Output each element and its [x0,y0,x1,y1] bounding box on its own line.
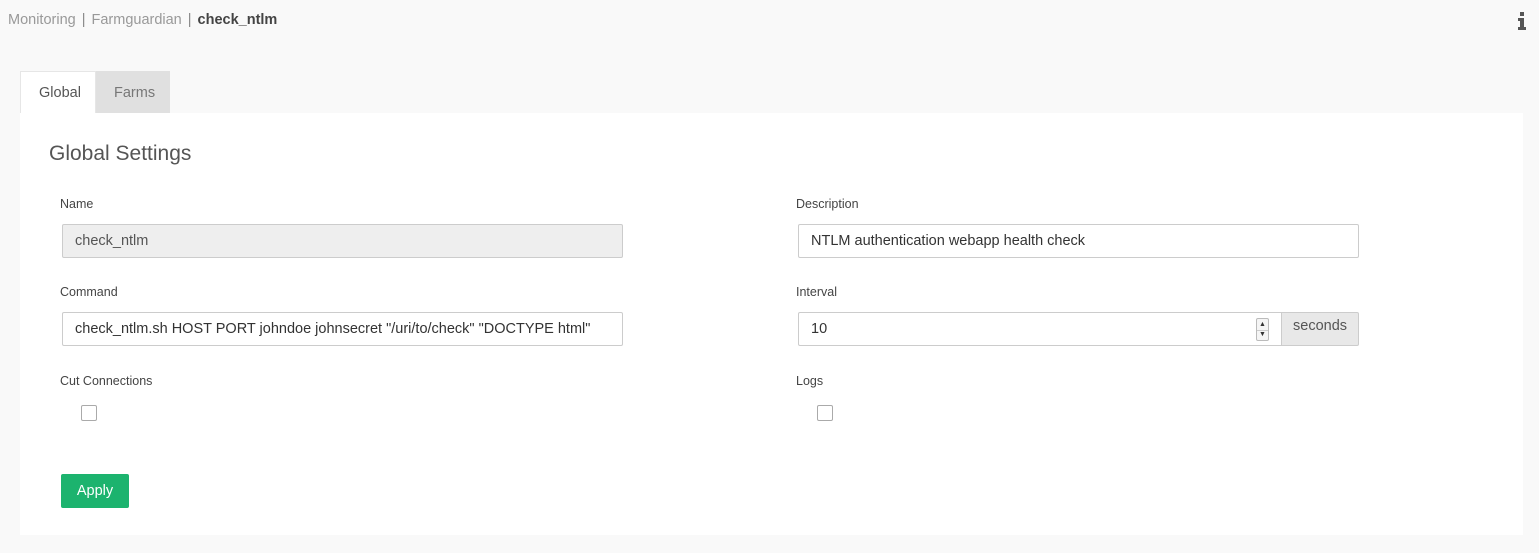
interval-unit: seconds [1282,312,1359,346]
chevron-down-icon[interactable]: ▼ [1257,329,1268,340]
info-icon[interactable] [1517,12,1527,30]
tab-global[interactable]: Global [20,71,96,114]
breadcrumb: Monitoring | Farmguardian | check_ntlm [8,12,277,28]
breadcrumb-monitoring[interactable]: Monitoring [8,12,76,28]
command-label: Command [60,285,118,299]
panel-title: Global Settings [49,142,192,165]
global-settings-panel: Global Settings Name check_ntlm Descript… [20,113,1523,535]
tab-farms[interactable]: Farms [96,71,170,114]
tab-bar: Global Farms [20,71,170,114]
interval-stepper[interactable]: ▲ ▼ [1256,318,1269,341]
description-label: Description [796,197,859,211]
breadcrumb-separator: | [187,12,192,28]
breadcrumb-current: check_ntlm [197,12,278,28]
breadcrumb-farmguardian[interactable]: Farmguardian [91,12,181,28]
cut-connections-label: Cut Connections [60,374,153,388]
tab-global-label: Global [39,85,81,101]
name-label: Name [60,197,94,211]
command-field[interactable]: check_ntlm.sh HOST PORT johndoe johnsecr… [62,312,623,346]
interval-label: Interval [796,285,837,299]
logs-checkbox[interactable] [817,405,833,421]
breadcrumb-separator: | [81,12,86,28]
description-field[interactable]: NTLM authentication webapp health check [798,224,1359,258]
name-field: check_ntlm [62,224,623,258]
apply-button[interactable]: Apply [61,474,129,508]
interval-value: 10 [811,321,828,337]
interval-field[interactable]: 10 ▲ ▼ [798,312,1282,346]
tab-farms-label: Farms [114,84,156,101]
logs-label: Logs [796,374,824,388]
cut-connections-checkbox[interactable] [81,405,97,421]
